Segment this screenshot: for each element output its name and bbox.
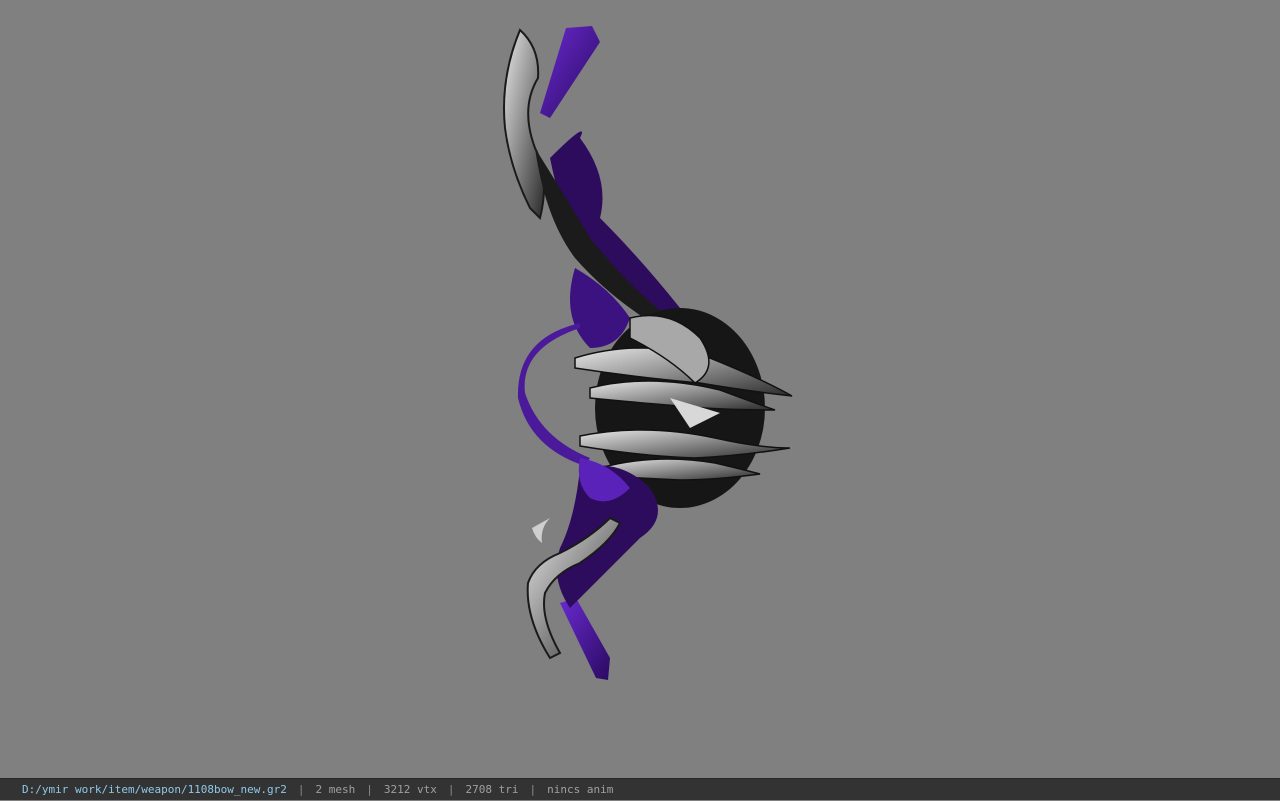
bow-model xyxy=(503,26,793,680)
animation-status: nincs anim xyxy=(547,783,614,796)
upper-ribbon xyxy=(540,26,600,118)
separator: | xyxy=(529,783,537,796)
mesh-count: 2 mesh xyxy=(315,783,356,796)
separator: | xyxy=(447,783,455,796)
lower-ribbon xyxy=(560,598,610,680)
status-bar: D:/ymir work/item/weapon/1108bow_new.gr2… xyxy=(0,778,1280,800)
separator: | xyxy=(297,783,305,796)
upper-limb-metal xyxy=(503,28,545,220)
3d-viewport[interactable] xyxy=(0,0,1280,778)
curl-ribbon xyxy=(517,323,590,466)
file-path: D:/ymir work/item/weapon/1108bow_new.gr2 xyxy=(22,783,287,796)
separator: | xyxy=(366,783,373,796)
vertex-count: 3212 vtx xyxy=(383,783,437,796)
triangle-count: 2708 tri xyxy=(465,783,519,796)
